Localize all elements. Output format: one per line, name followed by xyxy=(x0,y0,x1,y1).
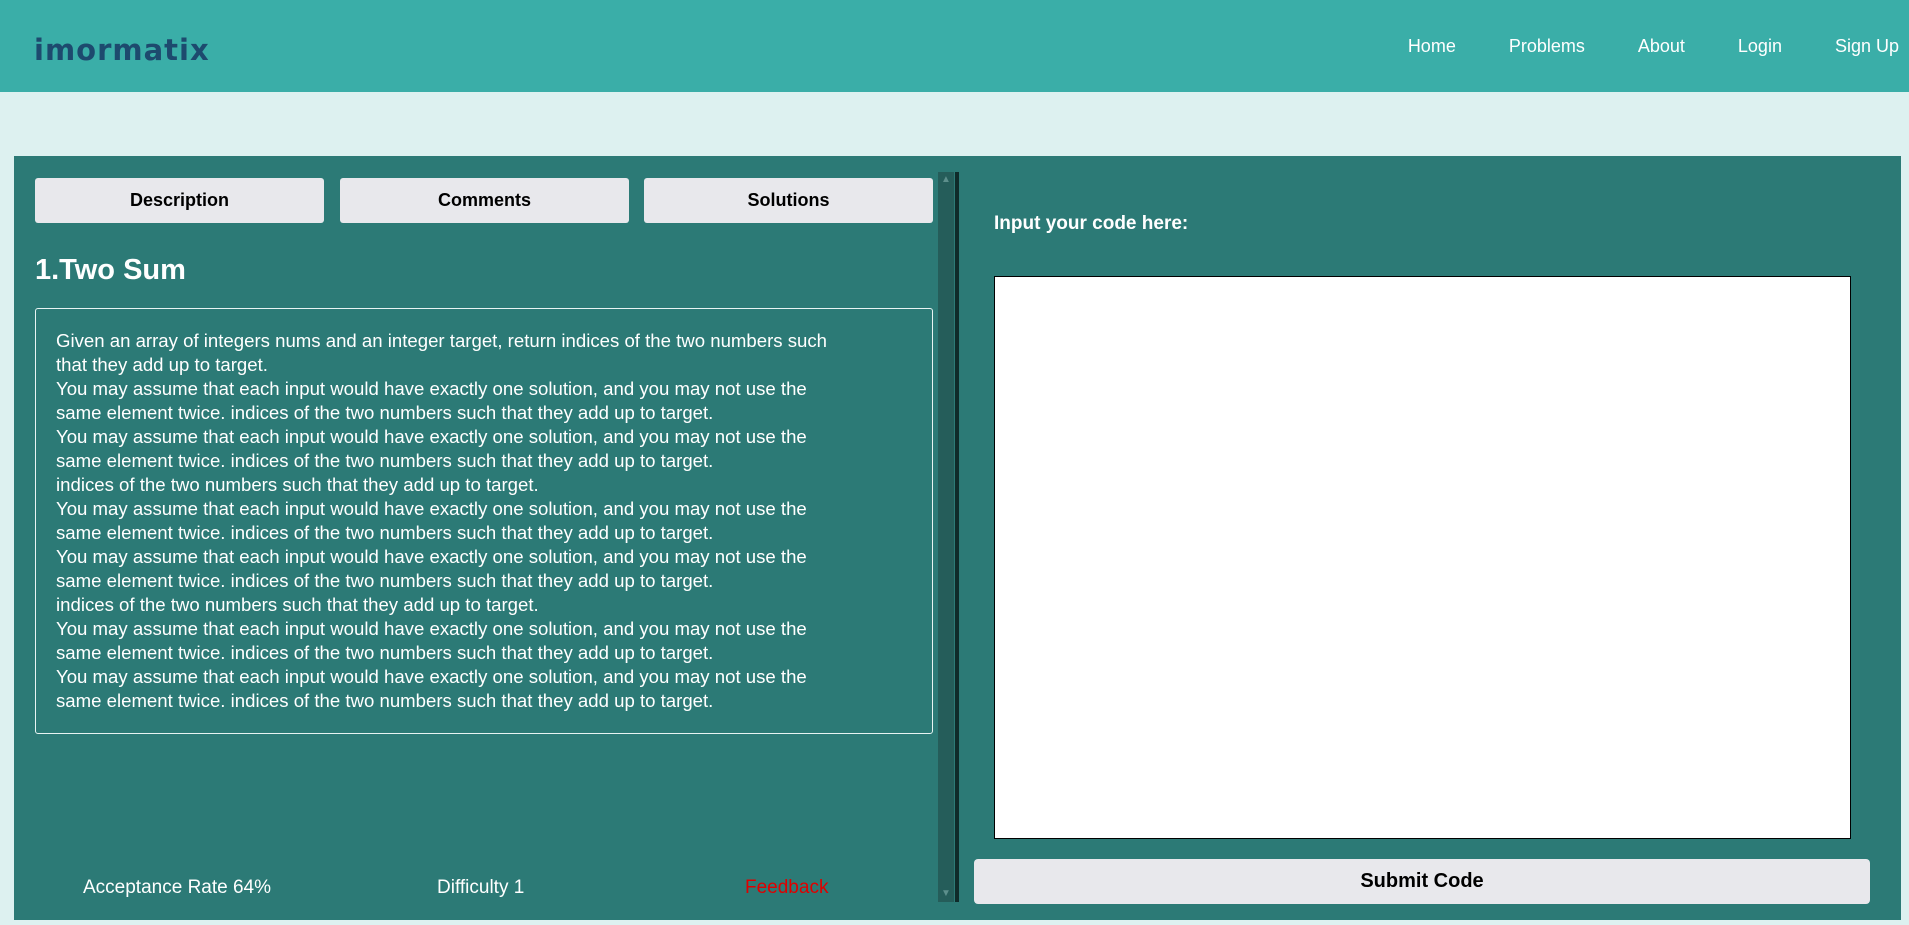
description-line: You may assume that each input would hav… xyxy=(56,618,807,639)
problem-stats: Acceptance Rate 64% Difficulty 1 Feedbac… xyxy=(14,874,944,906)
description-line: You may assume that each input would hav… xyxy=(56,426,807,447)
description-line: same element twice. indices of the two n… xyxy=(56,450,714,471)
acceptance-rate: Acceptance Rate 64% xyxy=(83,877,272,898)
nav-problems-link[interactable]: Problems xyxy=(1509,34,1585,58)
tab-description[interactable]: Description xyxy=(35,178,324,223)
description-line: same element twice. indices of the two n… xyxy=(56,522,714,543)
code-input-label: Input your code here: xyxy=(994,213,1189,234)
description-line: indices of the two numbers such that the… xyxy=(56,594,539,615)
tab-solutions[interactable]: Solutions xyxy=(644,178,933,223)
scroll-down-arrow-icon[interactable]: ▼ xyxy=(938,886,954,902)
problem-title: 1.Two Sum xyxy=(35,254,186,286)
description-line: Given an array of integers nums and an i… xyxy=(56,330,828,351)
submit-code-button[interactable]: Submit Code xyxy=(974,859,1870,904)
problem-description-box: Given an array of integers nums and an i… xyxy=(35,308,933,734)
description-line: You may assume that each input would hav… xyxy=(56,498,807,519)
nav-home-link[interactable]: Home xyxy=(1408,34,1456,58)
tab-comments[interactable]: Comments xyxy=(340,178,629,223)
nav-login-link[interactable]: Login xyxy=(1738,34,1782,58)
description-line: that they add up to target. xyxy=(56,354,268,375)
nav-about-link[interactable]: About xyxy=(1638,34,1685,58)
scroll-up-arrow-icon[interactable]: ▲ xyxy=(938,172,954,188)
description-line: indices of the two numbers such that the… xyxy=(56,474,539,495)
site-logo[interactable]: imormatix xyxy=(34,34,209,66)
nav-signup-link[interactable]: Sign Up xyxy=(1835,34,1899,58)
problem-workspace: Description Comments Solutions 1.Two Sum… xyxy=(14,156,1901,920)
description-line: same element twice. indices of the two n… xyxy=(56,690,714,711)
code-input-field[interactable] xyxy=(994,276,1851,839)
description-line: You may assume that each input would hav… xyxy=(56,546,807,567)
description-line: same element twice. indices of the two n… xyxy=(56,570,714,591)
panel-resize-divider[interactable] xyxy=(955,172,959,902)
top-navbar: imormatix Home Problems About Login Sign… xyxy=(0,0,1909,92)
description-line: same element twice. indices of the two n… xyxy=(56,402,714,423)
feedback-link[interactable]: Feedback xyxy=(745,874,828,902)
main-nav: Home Problems About Login Sign Up xyxy=(1355,34,1899,58)
description-line: same element twice. indices of the two n… xyxy=(56,642,714,663)
difficulty-level: Difficulty 1 xyxy=(437,877,525,898)
description-line: You may assume that each input would hav… xyxy=(56,378,807,399)
description-scrollbar[interactable]: ▲ ▼ xyxy=(938,172,954,902)
description-line: You may assume that each input would hav… xyxy=(56,666,807,687)
